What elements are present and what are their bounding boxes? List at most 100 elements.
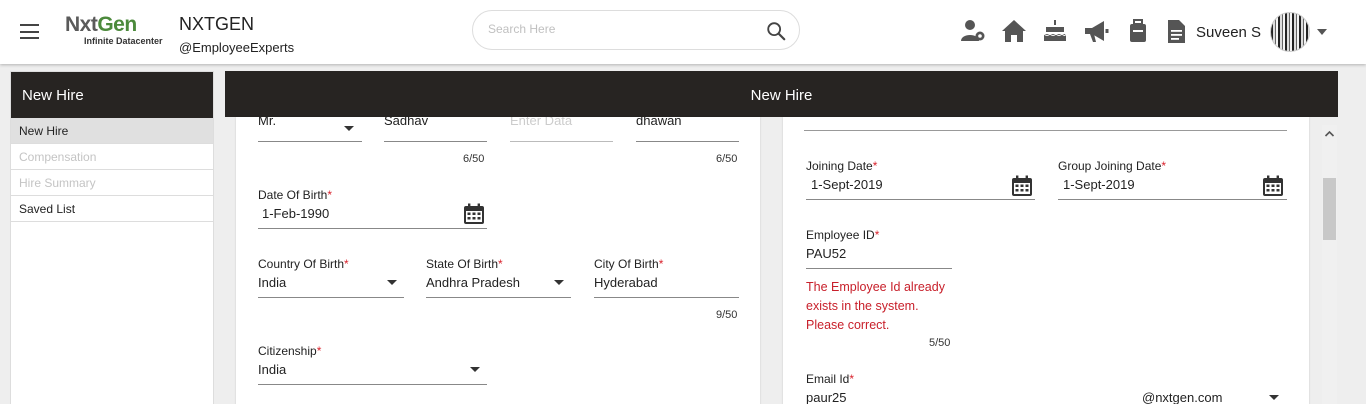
email-input[interactable]: paur25 [806, 390, 1106, 404]
calendar-icon[interactable] [463, 203, 485, 225]
salutation-underline [258, 141, 362, 142]
employee-id-input[interactable]: PAU52 [806, 246, 952, 262]
dob-underline [258, 228, 487, 229]
joining-date-label: Joining Date* [806, 158, 877, 173]
last-name-counter: 6/50 [716, 153, 738, 165]
celebration-cake-icon[interactable] [1041, 17, 1069, 45]
search-icon[interactable] [765, 20, 787, 42]
scrollbar-track[interactable] [1322, 125, 1337, 404]
error-line-3: Please correct. [806, 318, 890, 332]
citizenship-select[interactable]: India [258, 362, 487, 384]
required-mark: * [498, 257, 503, 271]
sidebar-item-hire-summary: Hire Summary [11, 170, 213, 196]
state-value: Andhra Pradesh [426, 275, 520, 290]
employee-id-value: PAU52 [806, 246, 847, 261]
sidebar-title: New Hire [11, 72, 213, 118]
country-select[interactable]: India [258, 275, 404, 297]
joining-date-label-text: Joining Date [806, 159, 873, 173]
last-name-field[interactable]: dhawan [636, 117, 739, 129]
personal-details-panel: Mr. Sadhav 6/50 Enter Data dhawan 6/50 D… [236, 117, 760, 404]
employee-id-counter: 5/50 [929, 337, 951, 349]
required-mark: * [1161, 159, 1167, 173]
middle-name-field[interactable]: Enter Data [510, 117, 613, 129]
home-icon[interactable] [1000, 17, 1028, 45]
email-domain-select[interactable]: @nxtgen.com [1142, 390, 1287, 404]
menu-hamburger-icon[interactable] [20, 24, 39, 39]
last-name-underline [636, 141, 739, 142]
dob-input[interactable]: 1-Feb-1990 [262, 206, 462, 222]
group-joining-date-label-text: Group Joining Date [1058, 159, 1162, 173]
chevron-down-icon [387, 280, 397, 285]
state-label-text: State Of Birth [426, 257, 499, 271]
country-label: Country Of Birth* [258, 256, 349, 271]
error-line-1: The Employee Id already [806, 280, 945, 294]
announcement-megaphone-icon[interactable] [1082, 17, 1110, 45]
state-underline [426, 297, 571, 298]
joining-date-underline [806, 199, 1035, 200]
state-select[interactable]: Andhra Pradesh [426, 275, 571, 297]
first-name-field[interactable]: Sadhav [384, 117, 487, 129]
document-icon[interactable] [1162, 17, 1190, 45]
top-header: NxtGen Infinite Datacenter NXTGEN @Emplo… [0, 0, 1366, 64]
state-label: State Of Birth* [426, 256, 503, 271]
search-box [472, 10, 800, 50]
dob-label: Date Of Birth* [258, 187, 332, 202]
user-name[interactable]: Suveen S [1196, 24, 1261, 41]
sidebar-item-compensation: Compensation [11, 144, 213, 170]
required-mark: * [316, 344, 322, 358]
brand-handle: @EmployeeExperts [179, 40, 295, 55]
sidebar: New Hire New Hire Compensation Hire Summ… [10, 71, 214, 404]
scrollbar-thumb[interactable] [1323, 178, 1336, 240]
country-value: India [258, 275, 287, 290]
logo-text-gen: Gen [97, 13, 137, 36]
citizenship-label-text: Citizenship [258, 344, 317, 358]
country-underline [258, 297, 404, 298]
logo-tagline: Infinite Datacenter [84, 36, 163, 46]
required-mark: * [874, 228, 880, 242]
scroll-up-arrow-icon[interactable] [1322, 125, 1337, 143]
city-value: Hyderabad [594, 275, 658, 290]
middle-name-placeholder: Enter Data [510, 117, 573, 128]
calendar-icon[interactable] [1011, 175, 1033, 197]
salutation-select[interactable]: Mr. [258, 117, 362, 143]
required-mark: * [344, 257, 349, 271]
brand-block: NXTGEN @EmployeeExperts [179, 13, 294, 55]
chevron-down-icon [470, 367, 480, 372]
sidebar-item-new-hire[interactable]: New Hire [11, 118, 213, 144]
citizenship-label: Citizenship* [258, 343, 321, 358]
email-label: Email Id* [806, 371, 854, 386]
briefcase-icon[interactable] [1124, 17, 1152, 45]
page-title: New Hire [225, 71, 1338, 117]
joining-date-input[interactable]: 1-Sept-2019 [811, 177, 1011, 193]
group-joining-date-label: Group Joining Date* [1058, 158, 1166, 173]
city-input[interactable]: Hyderabad [594, 275, 739, 291]
city-underline [594, 297, 739, 298]
last-name-value: dhawan [636, 117, 682, 128]
required-mark: * [872, 159, 878, 173]
city-label: City Of Birth* [594, 256, 663, 271]
search-input[interactable] [488, 22, 748, 36]
employment-details-panel: Joining Date* 1-Sept-2019 Group Joining … [783, 117, 1309, 404]
employee-id-error: The Employee Id already exists in the sy… [806, 278, 945, 335]
citizenship-underline [258, 384, 487, 385]
first-name-underline [384, 141, 487, 142]
chevron-down-icon [344, 126, 354, 131]
nxtgen-logo[interactable]: NxtGen Infinite Datacenter [65, 13, 169, 47]
error-line-2: exists in the system. [806, 299, 919, 313]
logo-text-nxt: Nxt [65, 13, 98, 36]
city-counter: 9/50 [716, 309, 738, 321]
chevron-down-icon [554, 280, 564, 285]
group-joining-date-underline [1058, 199, 1287, 200]
employee-id-label: Employee ID* [806, 227, 879, 242]
chevron-down-icon[interactable] [1317, 29, 1327, 35]
chevron-down-icon [1269, 395, 1279, 400]
group-joining-date-input[interactable]: 1-Sept-2019 [1063, 177, 1263, 193]
calendar-icon[interactable] [1262, 175, 1284, 197]
avatar[interactable] [1270, 12, 1310, 52]
middle-name-underline [510, 141, 613, 142]
team-icon[interactable] [959, 17, 987, 45]
sidebar-item-saved-list[interactable]: Saved List [11, 196, 213, 222]
first-name-value: Sadhav [384, 117, 429, 128]
email-domain-value: @nxtgen.com [1142, 390, 1223, 404]
scrolled-field-underline [804, 130, 1287, 131]
